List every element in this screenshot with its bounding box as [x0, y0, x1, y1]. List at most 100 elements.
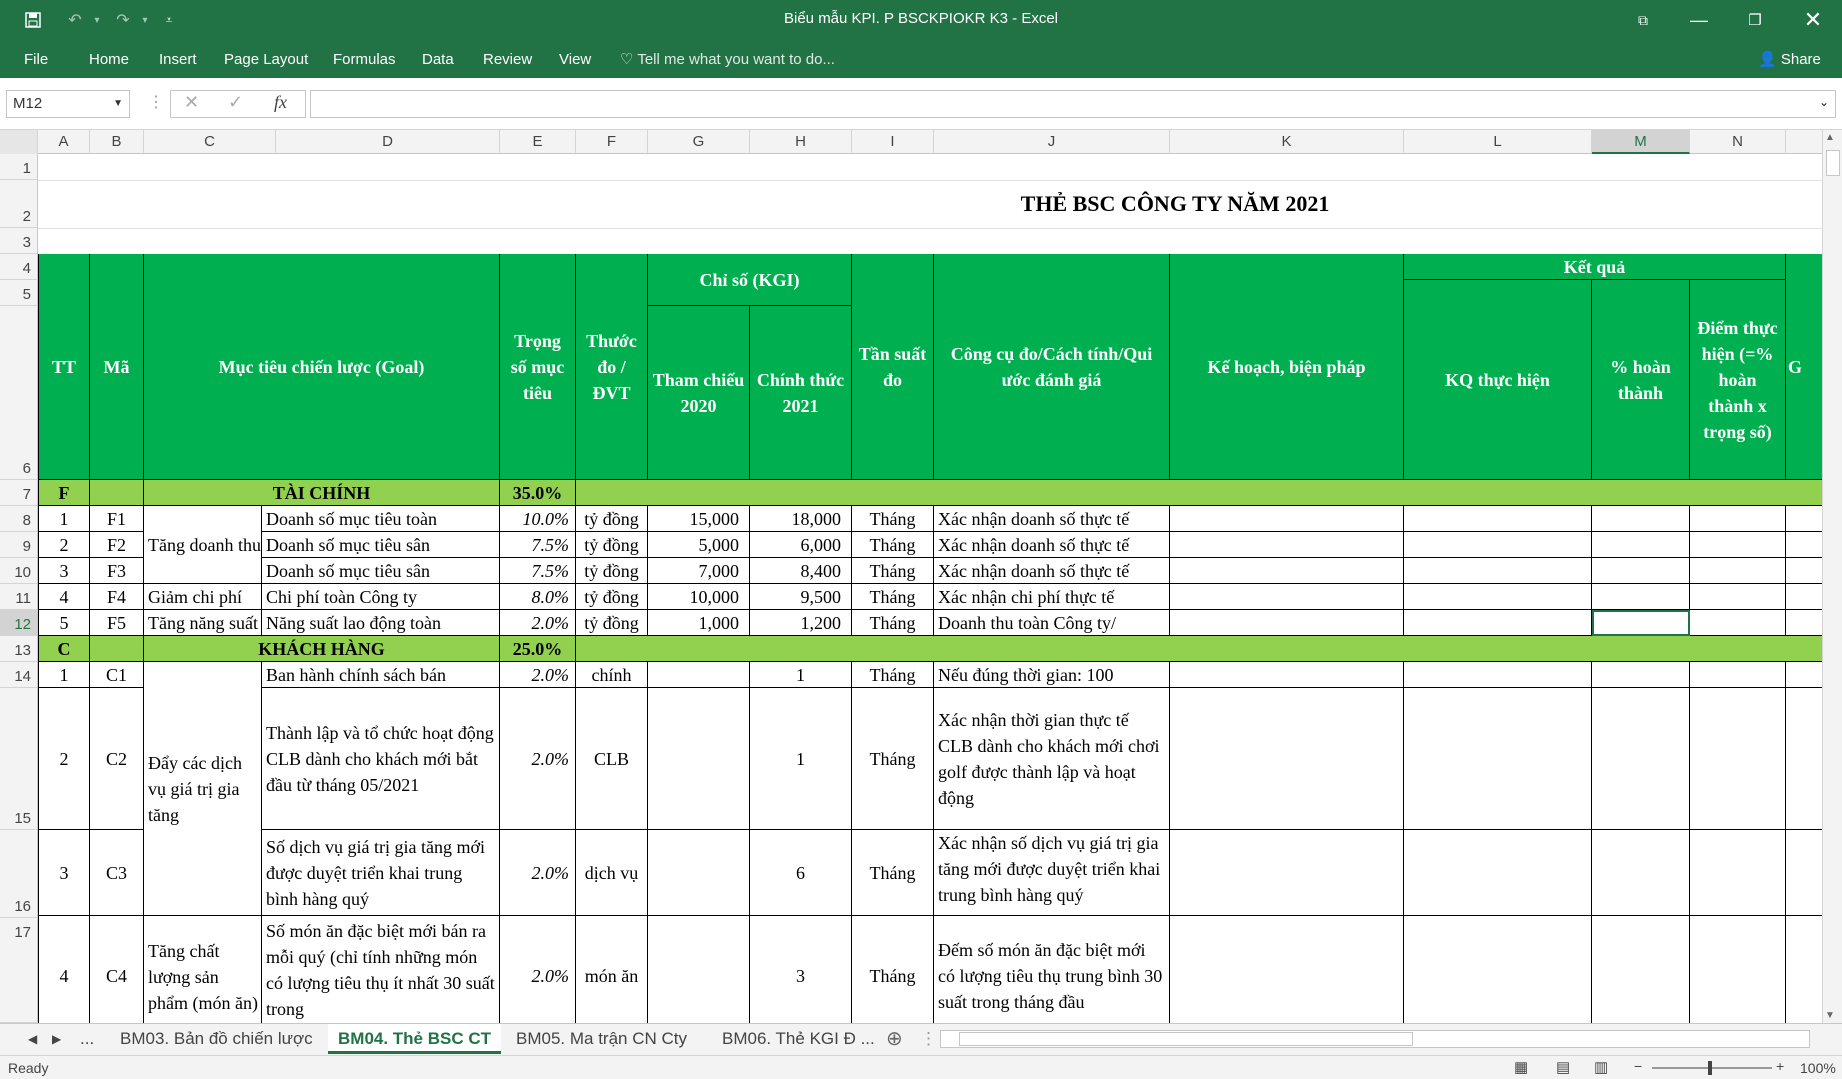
row-header-10[interactable]: 10 [0, 558, 38, 584]
row-tt[interactable]: 2 [38, 688, 90, 830]
row-tool[interactable]: Xác nhận chi phí thực tế [934, 584, 1170, 610]
row-unit[interactable]: CLB [576, 688, 648, 830]
row-ref-2020[interactable] [648, 830, 750, 916]
band-cell[interactable] [576, 636, 1822, 662]
header-plan[interactable]: Kế hoạch, biện pháp [1170, 254, 1404, 480]
row-official-2021[interactable]: 8,400 [750, 558, 852, 584]
row-official-2021[interactable]: 1,200 [750, 610, 852, 636]
tab-page-layout[interactable]: Page Layout [224, 48, 308, 72]
row-code[interactable]: C1 [90, 662, 144, 688]
row-header-3[interactable]: 3 [0, 228, 38, 254]
worksheet-grid[interactable]: A B C D E F G H I J K L M N 1 2 3 4 5 6 … [0, 130, 1842, 1023]
row-kq-cell[interactable] [1404, 506, 1592, 532]
row-ref-2020[interactable] [648, 916, 750, 1023]
row-ref-2020[interactable] [648, 662, 750, 688]
row-pct-cell[interactable] [1592, 558, 1690, 584]
enter-icon[interactable]: ✓ [228, 92, 243, 113]
row-code[interactable]: F5 [90, 610, 144, 636]
row-tool[interactable]: Doanh thu toàn Công ty/ [934, 610, 1170, 636]
sheet-title[interactable]: THẺ BSC CÔNG TY NĂM 2021 [38, 180, 1822, 228]
row-unit[interactable]: chính [576, 662, 648, 688]
header-goal[interactable]: Mục tiêu chiến lược (Goal) [144, 254, 500, 480]
row-kq-cell[interactable] [1404, 662, 1592, 688]
tab-formulas[interactable]: Formulas [333, 48, 396, 72]
row-weight[interactable]: 2.0% [500, 916, 576, 1023]
header-pct[interactable]: % hoàn thành [1592, 280, 1690, 480]
row-header-2[interactable]: 2 [0, 180, 38, 228]
col-header-h[interactable]: H [750, 130, 852, 154]
header-unit[interactable]: Thước đo /ĐVT [576, 254, 648, 480]
tell-me-search[interactable]: ♡ Tell me what you want to do... [620, 48, 835, 72]
row-extra-cell[interactable] [1786, 830, 1822, 916]
tab-home[interactable]: Home [89, 48, 129, 72]
row-ref-2020[interactable]: 10,000 [648, 584, 750, 610]
tab-insert[interactable]: Insert [159, 48, 197, 72]
row-score-cell[interactable] [1690, 506, 1786, 532]
close-icon[interactable]: ✕ [1790, 0, 1836, 40]
row-tool[interactable]: Xác nhận doanh số thực tế [934, 506, 1170, 532]
col-header-l[interactable]: L [1404, 130, 1592, 154]
row-kq-cell[interactable] [1404, 584, 1592, 610]
row-extra-cell[interactable] [1786, 584, 1822, 610]
col-header-m[interactable]: M [1592, 130, 1690, 154]
row-header-7[interactable]: 7 [0, 480, 38, 506]
row-ref-2020[interactable]: 5,000 [648, 532, 750, 558]
scroll-down-icon[interactable]: ▼ [1825, 1010, 1835, 1021]
row-measure[interactable]: Thành lập và tổ chức hoạt động CLB dành … [262, 688, 500, 830]
row-header-13[interactable]: 13 [0, 636, 38, 662]
row-kq-cell[interactable] [1404, 558, 1592, 584]
row-score-cell[interactable] [1690, 688, 1786, 830]
row-frequency[interactable]: Tháng [852, 610, 934, 636]
cells-area[interactable]: THẺ BSC CÔNG TY NĂM 2021 TT Mã Mục tiêu … [38, 154, 1822, 1023]
col-header-n[interactable]: N [1690, 130, 1786, 154]
col-header-a[interactable]: A [38, 130, 90, 154]
band-customer-weight[interactable]: 25.0% [500, 636, 576, 662]
row-tt[interactable]: 1 [38, 662, 90, 688]
row-pct-cell[interactable] [1592, 830, 1690, 916]
row-extra-cell[interactable] [1786, 610, 1822, 636]
row-weight[interactable]: 2.0% [500, 830, 576, 916]
header-official-2021[interactable]: Chính thức 2021 [750, 306, 852, 480]
row-measure[interactable]: Ban hành chính sách bán [262, 662, 500, 688]
col-header-e[interactable]: E [500, 130, 576, 154]
row-score-cell[interactable] [1690, 532, 1786, 558]
normal-view-icon[interactable]: ▦ [1514, 1058, 1528, 1076]
ribbon-display-icon[interactable]: ⧉ [1620, 0, 1666, 40]
row-header-17[interactable]: 17 [0, 918, 38, 1023]
row-plan-cell[interactable] [1170, 916, 1404, 1023]
zoom-in-icon[interactable]: + [1776, 1058, 1784, 1074]
row-tt[interactable]: 4 [38, 916, 90, 1023]
row-frequency[interactable]: Tháng [852, 688, 934, 830]
row-tool[interactable]: Xác nhận doanh số thực tế [934, 558, 1170, 584]
row-plan-cell[interactable] [1170, 688, 1404, 830]
row-frequency[interactable]: Tháng [852, 584, 934, 610]
row-official-2021[interactable]: 9,500 [750, 584, 852, 610]
row-tool[interactable]: Xác nhận thời gian thực tế CLB dành cho … [934, 688, 1170, 830]
col-header-k[interactable]: K [1170, 130, 1404, 154]
finance-goal-2[interactable]: Giảm chi phí [144, 584, 262, 610]
row-extra-cell[interactable] [1786, 558, 1822, 584]
row-ref-2020[interactable]: 1,000 [648, 610, 750, 636]
customer-goal-1[interactable]: Đẩy các dịch vụ giá trị gia tăng [144, 662, 262, 916]
row-weight[interactable]: 10.0% [500, 506, 576, 532]
row-plan-cell[interactable] [1170, 584, 1404, 610]
row-tool[interactable]: Nếu đúng thời gian: 100 [934, 662, 1170, 688]
zoom-out-icon[interactable]: − [1634, 1058, 1642, 1074]
band-finance-label[interactable]: TÀI CHÍNH [144, 480, 500, 506]
sheet-tab-bm03[interactable]: BM03. Bản đồ chiến lược [110, 1024, 323, 1054]
row-plan-cell[interactable] [1170, 506, 1404, 532]
selected-cell-m12[interactable] [1592, 610, 1690, 636]
col-header-o[interactable] [1786, 130, 1822, 154]
row-frequency[interactable]: Tháng [852, 558, 934, 584]
row-header-14[interactable]: 14 [0, 662, 38, 688]
vertical-scrollbar[interactable]: ▲ ▼ [1822, 130, 1842, 1023]
col-header-j[interactable]: J [934, 130, 1170, 154]
band-finance-code[interactable]: F [38, 480, 90, 506]
sheet-tab-bm06[interactable]: BM06. Thẻ KGI Đ ... [712, 1024, 885, 1054]
expand-formula-icon[interactable]: ⌄ [1819, 95, 1829, 109]
row-pct-cell[interactable] [1592, 584, 1690, 610]
row-frequency[interactable]: Tháng [852, 916, 934, 1023]
row-official-2021[interactable]: 6,000 [750, 532, 852, 558]
restore-icon[interactable]: ❐ [1732, 0, 1778, 40]
row-header-1[interactable]: 1 [0, 154, 38, 180]
